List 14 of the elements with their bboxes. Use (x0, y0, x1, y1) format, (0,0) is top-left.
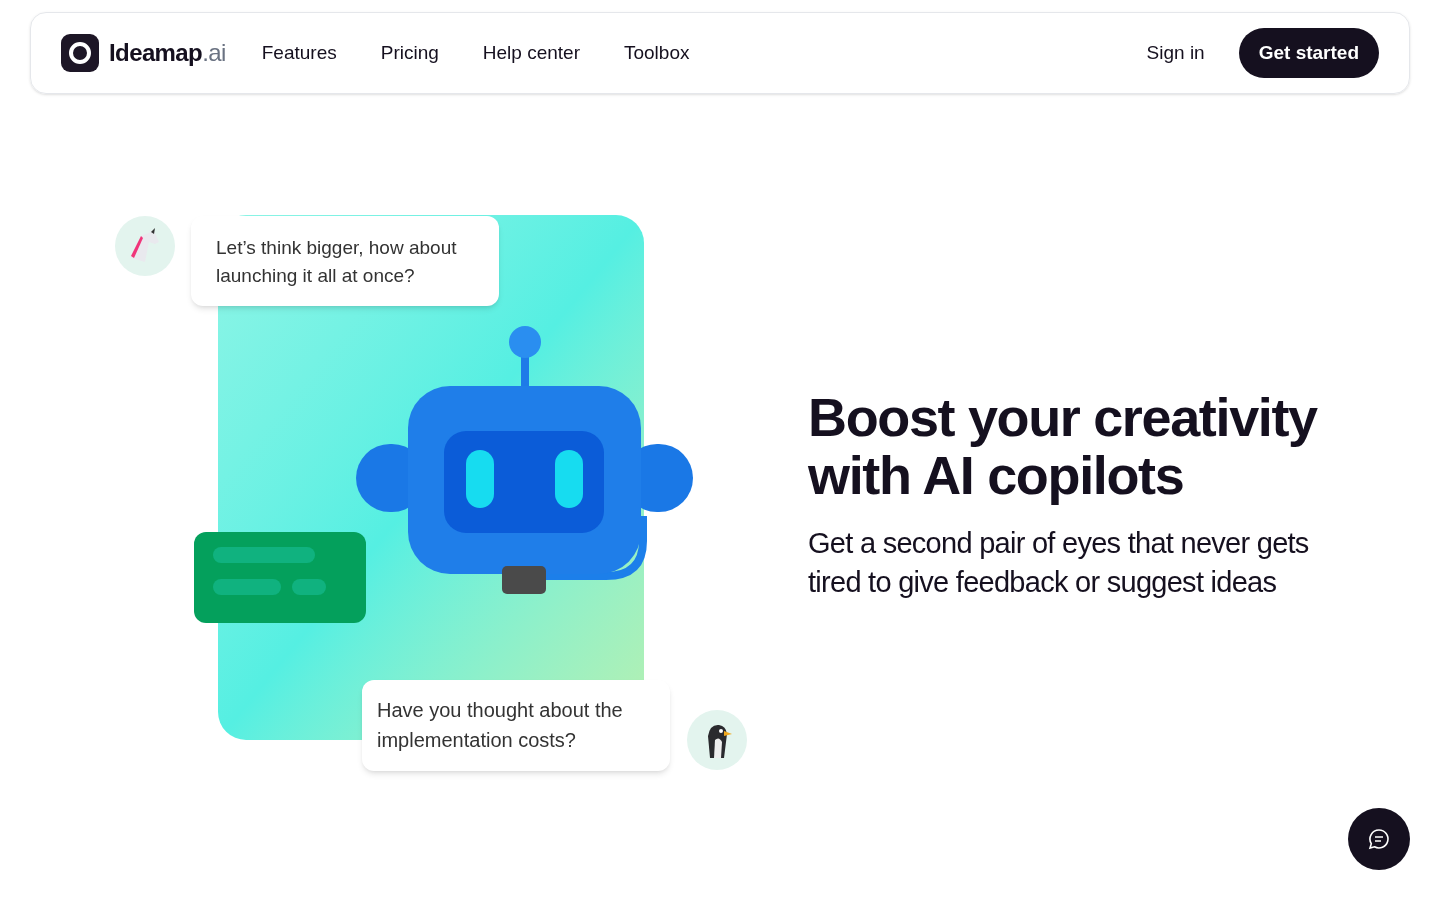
chat-bubble: Let’s think bigger, how about launching it all at once? (191, 216, 499, 306)
hero-headline: Boost your creativity with AI copilots (808, 388, 1319, 504)
logo-text: Ideamap.ai (109, 38, 226, 68)
chat-icon (1367, 827, 1391, 851)
get-started-button[interactable]: Get started (1238, 28, 1379, 78)
nav-link[interactable]: Toolbox (623, 38, 690, 68)
logo-icon (61, 34, 99, 72)
nav-link[interactable]: Features (261, 38, 337, 68)
hero-subtitle: Get a second pair of eyes that never gets tired to give feedback or suggest ideas (808, 526, 1310, 600)
nav-link[interactable]: Pricing (380, 38, 439, 68)
nav-link[interactable]: Help center (482, 38, 580, 68)
chat-bubble: Have you thought about the implementation costs? (362, 680, 670, 771)
sign-in-link[interactable]: Sign in (1146, 38, 1205, 68)
logo-link[interactable]: Ideamap.ai (61, 34, 226, 72)
